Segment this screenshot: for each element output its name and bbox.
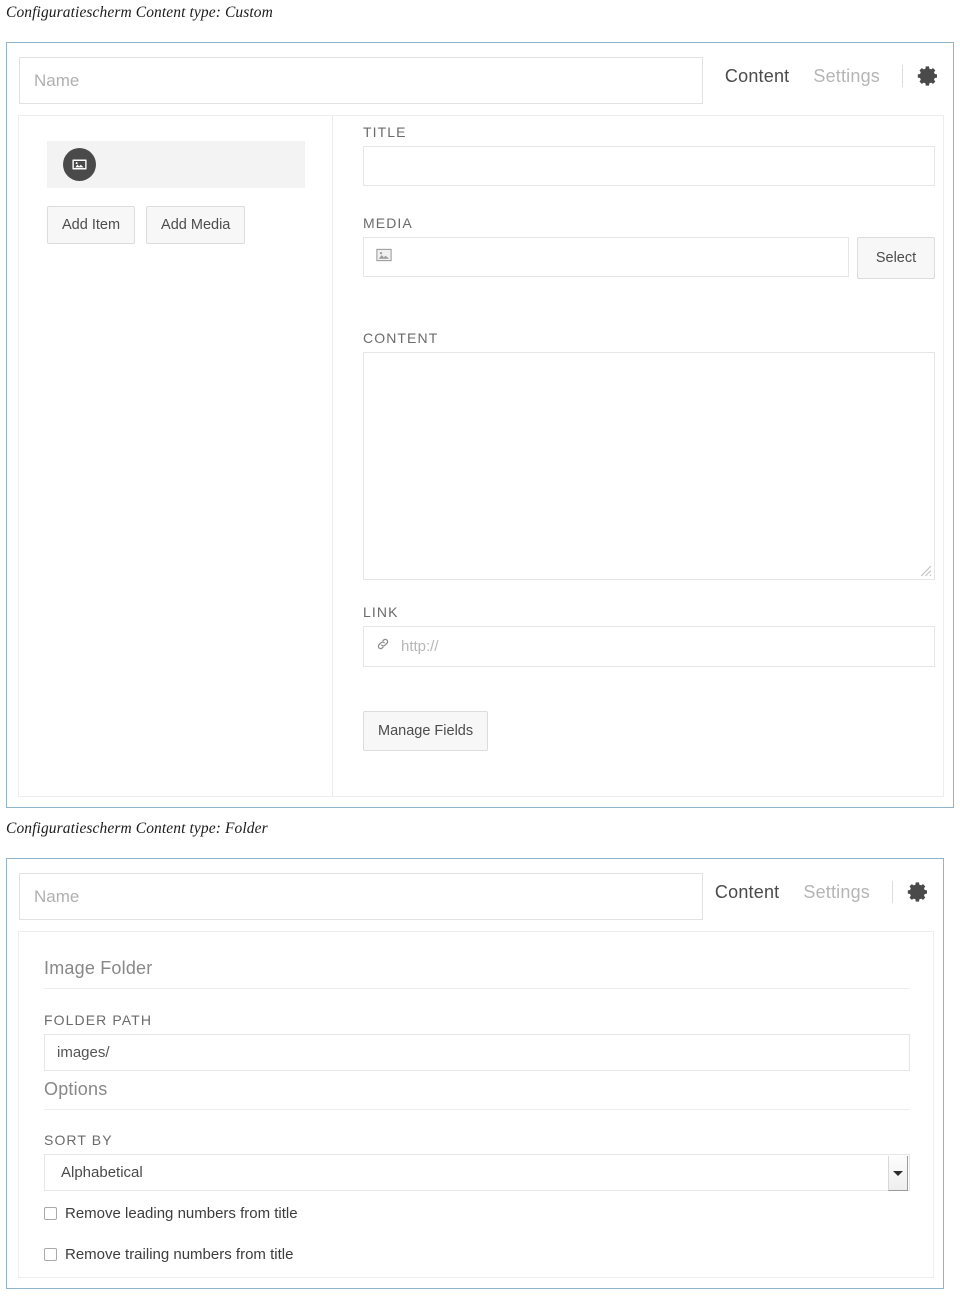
name-input-folder[interactable] [19,873,703,920]
checkbox-label-remove-leading: Remove leading numbers from title [65,1205,298,1222]
items-column: Add Item Add Media [19,116,333,796]
title-label: TITLE [363,124,407,140]
panel-content-type-custom: Content Settings [6,42,954,808]
tab-content-folder[interactable]: Content [703,882,791,903]
manage-fields-button[interactable]: Manage Fields [363,711,489,751]
add-item-button[interactable]: Add Item [47,206,136,244]
field-media: MEDIA Select [363,215,935,279]
caption-content-type-folder: Configuratiescherm Content type: Folder [6,820,268,837]
image-placeholder-icon [375,246,393,269]
name-input[interactable] [19,57,703,104]
select-media-button[interactable]: Select [857,237,935,279]
section-title-options: Options [44,1079,910,1110]
link-chain-icon [375,636,391,657]
content-label: CONTENT [363,330,439,346]
field-sort-by: SORT BY Alphabetical [44,1132,910,1191]
link-label: LINK [363,604,399,620]
checkbox-row-remove-trailing[interactable]: Remove trailing numbers from title [44,1246,293,1263]
field-content: CONTENT [363,330,935,580]
fields-column: TITLE MEDIA Select CONTENT LINK http:// … [334,116,943,796]
sort-by-selected-value: Alphabetical [61,1164,143,1181]
image-icon [63,148,96,181]
section-title-image-folder: Image Folder [44,958,910,989]
field-link: LINK http:// [363,604,935,667]
folder-path-input[interactable] [44,1034,910,1071]
checkbox-label-remove-trailing: Remove trailing numbers from title [65,1246,294,1263]
content-textarea[interactable] [363,352,935,580]
panel-folder-body: Image Folder FOLDER PATH Options SORT BY… [18,931,934,1278]
link-input[interactable]: http:// [363,626,935,667]
gear-icon[interactable] [915,63,941,89]
panel-custom-body: Add Item Add Media TITLE MEDIA Select CO… [18,115,944,797]
resize-grip-icon [920,565,932,577]
tab-separator-folder [892,881,893,903]
sort-by-select[interactable]: Alphabetical [44,1154,910,1191]
title-input[interactable] [363,146,935,186]
folder-path-label: FOLDER PATH [44,1012,153,1028]
field-folder-path: FOLDER PATH [44,1012,910,1071]
checkbox-remove-trailing[interactable] [44,1248,57,1261]
panel-folder-tabs: Content Settings [703,879,931,905]
media-input[interactable] [363,237,849,277]
link-placeholder-text: http:// [401,638,439,655]
media-row: Select [363,237,935,279]
chevron-down-icon[interactable] [888,1156,908,1191]
tab-separator [902,65,903,87]
sort-by-label: SORT BY [44,1132,113,1148]
add-media-button[interactable]: Add Media [146,206,246,244]
caption-content-type-custom: Configuratiescherm Content type: Custom [6,4,273,21]
panel-folder-header: Content Settings [7,859,943,923]
gear-icon-folder[interactable] [905,879,931,905]
field-title: TITLE [363,124,935,186]
panel-custom-tabs: Content Settings [713,63,941,89]
checkbox-remove-leading[interactable] [44,1207,57,1220]
item-thumbnail-strip[interactable] [47,141,305,188]
tab-settings-folder[interactable]: Settings [791,882,882,903]
screenshot-root: Configuratiescherm Content type: Custom … [0,0,960,1296]
tab-settings[interactable]: Settings [801,66,892,87]
panel-custom-header: Content Settings [7,43,953,107]
media-label: MEDIA [363,215,413,231]
panel-content-type-folder: Content Settings Image Folder FOLDER PAT… [6,858,944,1289]
checkbox-row-remove-leading[interactable]: Remove leading numbers from title [44,1205,298,1222]
tab-content[interactable]: Content [713,66,801,87]
item-action-buttons: Add Item Add Media [47,206,246,244]
